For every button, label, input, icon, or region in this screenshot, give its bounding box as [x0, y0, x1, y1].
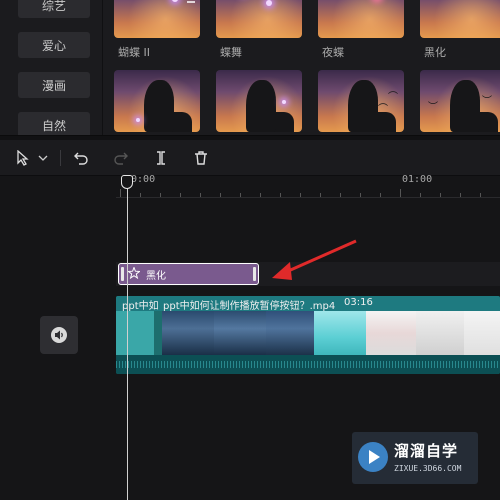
- category-comic-button[interactable]: 漫画: [18, 72, 90, 98]
- audio-waveform: [116, 355, 500, 374]
- effect-label-butterfly-dance: 蝶舞: [220, 46, 242, 59]
- toolbar-divider: [60, 150, 61, 166]
- effect-clip-label: 黑化: [146, 270, 166, 282]
- effect-thumb-row2-1[interactable]: [114, 70, 200, 132]
- category-nature-button[interactable]: 自然: [18, 112, 90, 135]
- download-icon[interactable]: [184, 0, 198, 4]
- speaker-icon: [51, 327, 67, 343]
- effect-label-blacken: 黑化: [424, 46, 446, 59]
- video-frames-strip: [116, 311, 500, 355]
- watermark-subtitle: ZIXUE.3D66.COM: [394, 464, 462, 473]
- watermark: 溜溜自学 ZIXUE.3D66.COM: [352, 432, 478, 484]
- category-love-button[interactable]: 爱心: [18, 32, 90, 58]
- ruler-mark-label: 01:00: [402, 174, 433, 185]
- play-logo-icon: [358, 442, 388, 472]
- effect-thumb-night-butterfly[interactable]: [318, 0, 404, 38]
- video-clip[interactable]: ppt中如 ppt中如何让制作播放暂停按钮？.mp4 03:16: [116, 296, 500, 374]
- time-ruler[interactable]: 00:00 01:00: [116, 174, 500, 198]
- effect-label-butterfly-2: 蝴蝶 II: [118, 46, 150, 59]
- video-clip-duration: 03:16: [344, 297, 373, 308]
- effect-thumbnail-grid: 蝴蝶 II 蝶舞 夜蝶 黑化 ⌒ ⌒ ︶ ︶: [104, 0, 500, 135]
- effect-thumb-blacken[interactable]: [420, 0, 500, 38]
- playhead-handle[interactable]: [121, 175, 133, 189]
- category-variety-button[interactable]: 综艺: [18, 0, 90, 18]
- video-editor: 综艺 爱心 漫画 自然 蝴蝶 II 蝶舞 夜蝶 黑化 ⌒ ⌒ ︶ ︶ 00:00…: [0, 0, 500, 500]
- effect-thumb-butterfly-2[interactable]: [114, 0, 200, 38]
- effect-clip[interactable]: 黑化: [118, 263, 259, 285]
- trash-icon[interactable]: [192, 148, 210, 168]
- timeline-toolbar: [0, 140, 500, 176]
- effect-thumb-row2-2[interactable]: [216, 70, 302, 132]
- video-clip-title: ppt中如何让制作播放暂停按钮？.mp4: [163, 301, 336, 312]
- effect-label-night-butterfly: 夜蝶: [322, 46, 344, 59]
- cursor-arrow-icon[interactable]: [14, 148, 32, 168]
- video-clip-header: ppt中如 ppt中如何让制作播放暂停按钮？.mp4 03:16: [116, 296, 500, 312]
- redo-icon[interactable]: [112, 148, 130, 168]
- track-volume-button[interactable]: [40, 316, 78, 354]
- watermark-title: 溜溜自学: [394, 442, 459, 460]
- effect-category-list: 综艺 爱心 漫画 自然: [0, 0, 103, 135]
- effect-thumb-row2-3[interactable]: ⌒ ⌒: [318, 70, 404, 132]
- sparkle-star-icon: [127, 266, 142, 281]
- effect-thumb-butterfly-dance[interactable]: [216, 0, 302, 38]
- effect-thumb-row2-4[interactable]: ︶ ︶: [420, 70, 500, 132]
- undo-icon[interactable]: [72, 148, 90, 168]
- split-icon[interactable]: [152, 148, 170, 168]
- clip-left-handle[interactable]: [121, 267, 124, 281]
- playhead-line[interactable]: [127, 176, 128, 500]
- clip-right-handle[interactable]: [253, 267, 256, 281]
- effects-panel: 综艺 爱心 漫画 自然 蝴蝶 II 蝶舞 夜蝶 黑化 ⌒ ⌒ ︶ ︶: [0, 0, 500, 136]
- chevron-down-icon[interactable]: [36, 148, 50, 168]
